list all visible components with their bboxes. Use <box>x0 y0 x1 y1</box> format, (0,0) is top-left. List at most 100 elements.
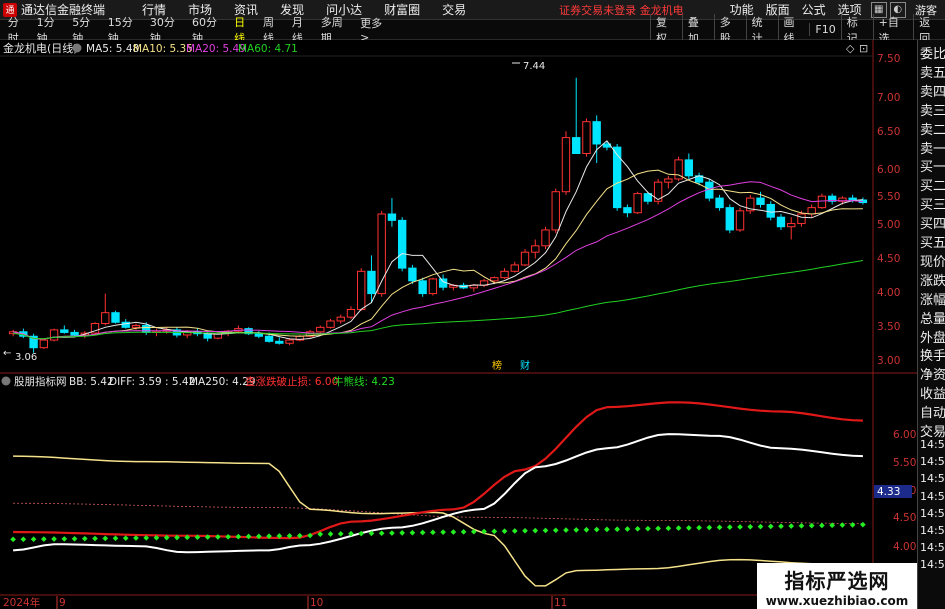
candle-down <box>264 335 274 342</box>
price-tick: 5.50 <box>877 191 900 203</box>
candle-up <box>316 326 325 333</box>
settings-icon[interactable]: ◇ <box>846 42 855 55</box>
event-mark-rank[interactable]: 榜 <box>492 359 502 372</box>
candle-up <box>357 270 366 311</box>
side-panel-item: 涨跌 <box>920 273 945 289</box>
side-panel-item: 委比 <box>920 47 945 62</box>
candle-up <box>510 264 519 272</box>
candle-down <box>418 280 427 295</box>
candle-up <box>39 339 49 349</box>
candle-up <box>664 178 673 183</box>
period-toolbar: 分时 1分钟 5分钟 15分钟 30分钟 60分钟 日线 周线 月线 多周期 更… <box>0 13 945 46</box>
high-price-label: 7.44 <box>523 61 545 72</box>
side-panel-item: 卖三 <box>920 103 945 119</box>
candle-down <box>275 340 284 344</box>
candle-down <box>367 270 376 295</box>
tool-f10[interactable]: F10 <box>809 23 840 36</box>
side-panel-item: 换手 <box>920 349 945 365</box>
date-label-sep: 9 <box>59 597 66 609</box>
candle-down <box>848 197 857 201</box>
candle-up <box>520 251 530 266</box>
side-panel-item: 14:56 <box>920 489 945 503</box>
event-mark-finance[interactable]: 财 <box>520 359 530 372</box>
sub-indicator-name: 股朋指标网 <box>14 375 67 388</box>
price-tick: 3.00 <box>877 355 900 367</box>
side-panel-item: 自动 <box>920 406 945 422</box>
candle-up <box>787 223 796 228</box>
price-tick: 7.00 <box>877 92 900 104</box>
candle-down <box>725 207 734 231</box>
side-panel-item: 14:56 <box>920 455 945 469</box>
menu-item-trade[interactable]: 交易 <box>431 1 477 18</box>
candle-up <box>101 312 110 325</box>
candle-up <box>428 278 438 295</box>
watermark-logo: 指标严选网 www.xuezhibiao.com <box>757 563 917 609</box>
expand-icon[interactable]: ⊡ <box>859 42 868 55</box>
sub-tick: 6.00 <box>893 429 916 441</box>
stoploss-label: 查涨跌破止损: 6.00 <box>245 375 338 388</box>
side-panel-item: 卖一 <box>920 141 945 157</box>
side-panel-item: 14:56 <box>920 558 945 572</box>
stock-chart[interactable]: 金龙机电(日线) MA5: 5.48 MA10: 5.35 MA20: 5.49… <box>0 40 917 609</box>
candle-up <box>735 210 745 231</box>
svg-text:←: ← <box>3 348 11 359</box>
price-tick: 6.00 <box>877 164 900 176</box>
watermark-url: www.xuezhibiao.com <box>765 593 909 608</box>
low-price-label: 3.06 <box>15 352 37 363</box>
candle-down <box>612 146 622 209</box>
candle-up <box>285 339 294 344</box>
side-panel-item: 买五 <box>920 236 945 251</box>
ma20-label: MA20: 5.49 <box>186 43 246 55</box>
stock-name-label: 金龙机电(日线) <box>3 41 78 55</box>
ma10-label: MA10: 5.35 <box>133 43 193 55</box>
sub-dropdown-icon[interactable] <box>1 376 11 386</box>
candle-down <box>70 331 79 336</box>
candle-up <box>49 329 59 341</box>
candle-up <box>817 195 827 209</box>
candle-down <box>142 324 151 333</box>
side-panel-item: 14:56 <box>920 524 945 537</box>
candle-down <box>408 267 417 282</box>
candle-up <box>326 320 335 328</box>
candle-down <box>111 312 120 323</box>
watermark-text: 指标严选网 <box>784 568 890 593</box>
candle-down <box>756 197 765 205</box>
price-tick: 4.00 <box>877 287 900 299</box>
side-panel-item: 14:56 <box>920 438 945 451</box>
quote-side-panel: 委比 卖五 卖四 卖三 卖二 卖一 买一 买二 买三 买四 买五 现价 涨跌 涨幅 总量 外盘 换手 净资 收益 自动… <box>917 40 945 609</box>
sub-tick: 4.50 <box>893 512 916 524</box>
candle-up <box>797 213 806 225</box>
candle-down <box>387 213 397 221</box>
current-value-text: 4.33 <box>877 486 900 498</box>
side-panel-item: 卖五 <box>920 65 945 81</box>
candle-down <box>203 333 212 339</box>
date-label-oct: 10 <box>310 597 323 609</box>
side-panel-item: 14:56 <box>920 472 945 486</box>
candle-down <box>776 216 786 228</box>
side-panel-item: 总量 <box>920 311 945 327</box>
price-tick: 6.50 <box>877 126 900 138</box>
candle-down <box>623 207 632 214</box>
price-tick: 7.50 <box>877 53 900 65</box>
dropdown-icon[interactable] <box>72 43 82 53</box>
candle-up <box>541 229 550 247</box>
side-panel-item: 净资 <box>920 368 945 384</box>
candle-down <box>397 219 407 269</box>
candle-down <box>60 329 69 333</box>
side-panel-item: 14:56 <box>920 541 945 555</box>
side-panel-item: 涨幅 <box>920 292 945 308</box>
ma5-label: MA5: 5.48 <box>86 43 139 55</box>
price-tick: 3.50 <box>877 321 900 333</box>
side-panel-item: 卖四 <box>920 84 945 100</box>
candle-down <box>766 203 775 218</box>
bull-bear-label: 牛熊线: 4.23 <box>333 375 395 388</box>
candle-up <box>551 191 560 231</box>
price-tick: 5.00 <box>877 219 900 231</box>
candle-down <box>254 333 264 337</box>
side-panel-item: 买四 <box>920 217 945 233</box>
candle-up <box>561 137 571 193</box>
date-label-nov: 11 <box>554 597 567 609</box>
bb-label: BB: 5.42 <box>69 376 114 388</box>
candle-up <box>633 193 642 214</box>
candle-up <box>336 316 345 322</box>
